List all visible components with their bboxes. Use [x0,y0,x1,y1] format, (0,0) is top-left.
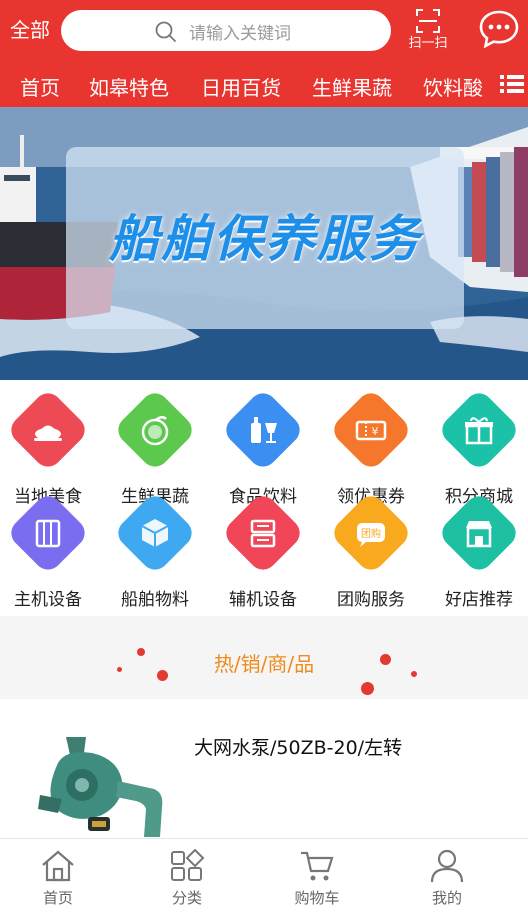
all-categories-button[interactable]: 全部 [10,14,50,43]
store-icon [466,521,492,548]
tabbar-profile[interactable]: 我的 [407,849,487,908]
tabbar-label: 我的 [431,889,462,907]
category-recommended-stores[interactable]: 好店推荐 [425,490,528,610]
device-icon [250,519,276,548]
tab-fresh-produce[interactable]: 生鲜果蔬 [312,72,392,101]
tabbar-label: 购物车 [294,889,340,907]
tabbar-category[interactable]: 分类 [147,849,227,908]
category-label: 团购服务 [337,590,405,610]
scan-button[interactable]: 扫一扫 [404,6,452,56]
tabbar-label: 首页 [42,889,73,907]
tab-rugao-specialty[interactable]: 如皋特色 [89,72,169,101]
decor-dot [361,682,374,695]
category-auxiliary-equipment[interactable]: 辅机设备 [209,490,317,610]
coupon-icon: ¥ [355,420,387,441]
menu-button[interactable] [498,70,526,98]
list-menu-icon [500,75,524,93]
search-icon [155,21,176,42]
scan-label: 扫一扫 [408,36,448,51]
user-icon [430,849,464,883]
category-label: 辅机设备 [229,590,297,610]
top-bar: 全部 请输入关键词 扫一扫 首页 如皋特色 日用百货 生鲜果蔬 饮料酸 [0,0,528,107]
svg-text:¥: ¥ [372,425,379,438]
tabbar-home[interactable]: 首页 [18,849,98,908]
category-local-food[interactable]: 当地美食 [0,387,102,507]
category-label: 船舶物料 [121,590,189,610]
category-main-engine[interactable]: 主机设备 [0,490,102,610]
tab-beverages[interactable]: 饮料酸 [423,72,483,101]
category-food-drinks[interactable]: 食品饮料 [209,387,317,507]
promo-banner[interactable]: 船舶保养服务 [0,107,528,380]
category-coupons[interactable]: ¥ 领优惠券 [317,387,425,507]
category-group-buy[interactable]: 团购 团购服务 [317,490,425,610]
bottom-tab-bar: 首页 分类 购物车 我的 [0,838,528,914]
category-points-mall[interactable]: 积分商城 [425,387,528,507]
banner-title: 船舶保养服务 [109,210,421,268]
tabbar-cart[interactable]: 购物车 [277,849,357,908]
category-ship-materials[interactable]: 船舶物料 [101,490,209,610]
scan-icon [416,9,440,33]
category-grid: 当地美食 生鲜果蔬 食品饮料 ¥ 领优惠券 积分商城 [0,380,528,616]
category-label: 好店推荐 [445,590,513,610]
category-label: 主机设备 [14,590,82,610]
home-icon [42,850,74,882]
product-card[interactable]: 大网水泵/50ZB-20/左转 [0,699,528,839]
fruit-icon [141,416,169,446]
tab-daily-goods[interactable]: 日用百货 [201,72,281,101]
group-buy-icon: 团购 [357,523,385,547]
svg-text:团购: 团购 [361,527,381,540]
drink-icon [251,417,277,443]
hot-products-header: 热/销/商/品 [0,616,528,699]
product-name: 大网水泵/50ZB-20/左转 [194,737,403,759]
gift-icon [465,417,493,445]
box-icon [141,519,169,547]
cabinet-icon [35,519,61,548]
tab-home[interactable]: 首页 [20,72,60,101]
cart-icon [301,851,334,881]
tabbar-label: 分类 [171,889,202,907]
category-icon [171,849,205,881]
category-fresh-produce[interactable]: 生鲜果蔬 [101,387,209,507]
water-pump-image [38,737,163,837]
hot-products-title: 热/销/商/品 [213,652,315,676]
category-nav: 首页 如皋特色 日用百货 生鲜果蔬 饮料酸 [0,64,528,104]
food-icon [34,425,62,441]
search-placeholder: 请输入关键词 [189,24,291,44]
search-input[interactable]: 请输入关键词 [61,10,391,51]
message-icon[interactable] [478,8,520,50]
